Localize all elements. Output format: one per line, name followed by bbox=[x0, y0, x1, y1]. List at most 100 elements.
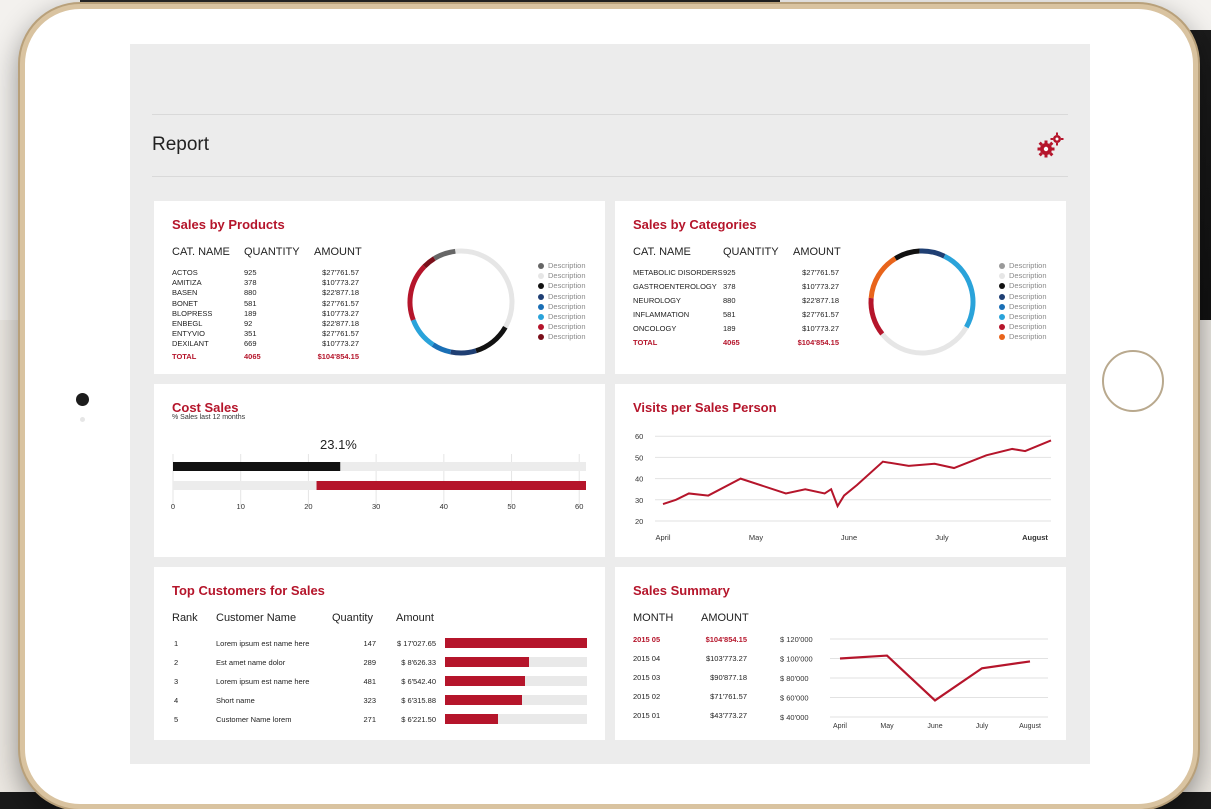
total-amount: $104'854.15 bbox=[797, 338, 839, 347]
row-quantity: 880 bbox=[244, 288, 257, 298]
row-cat-name: AMITIZA bbox=[172, 278, 202, 288]
x-tick-label: 60 bbox=[575, 502, 583, 511]
row-customer-name: Lorem ipsum est name here bbox=[216, 639, 310, 648]
total-label: TOTAL bbox=[172, 351, 197, 361]
card-title: Sales by Products bbox=[172, 217, 285, 232]
settings-gear-icon[interactable] bbox=[1035, 130, 1065, 160]
top-customers-card: Top Customers for Sales Rank Customer Na… bbox=[154, 567, 605, 740]
x-tick-label: 30 bbox=[372, 502, 380, 511]
row-amount: $22'877.18 bbox=[802, 296, 839, 305]
row-cat-name: ONCOLOGY bbox=[633, 324, 677, 333]
row-amount: $90'877.18 bbox=[710, 673, 747, 682]
row-amount: $ 6'542.40 bbox=[401, 677, 436, 686]
row-amount: $22'877.18 bbox=[322, 319, 359, 328]
y-tick-label: $ 120'000 bbox=[780, 635, 813, 644]
legend-label: Description bbox=[548, 291, 586, 301]
row-amount: $104'854.15 bbox=[705, 635, 747, 644]
x-tick-label: July bbox=[976, 723, 989, 730]
row-customer-name: Lorem ipsum est name here bbox=[216, 677, 310, 686]
amount-bar bbox=[445, 695, 522, 705]
legend-label: Description bbox=[1009, 332, 1047, 342]
legend-swatch bbox=[999, 293, 1005, 300]
page-title: Report bbox=[152, 134, 210, 155]
row-cat-name: GASTROENTEROLOGY bbox=[633, 282, 717, 291]
legend-item: Description bbox=[538, 261, 586, 271]
row-amount: $ 6'221.50 bbox=[401, 715, 436, 724]
legend-label: Description bbox=[548, 301, 586, 311]
legend-label: Description bbox=[1009, 301, 1047, 311]
sales-by-products-card: Sales by Products CAT. NAME QUANTITY AMO… bbox=[154, 201, 605, 374]
row-quantity: 351 bbox=[244, 329, 257, 339]
legend-item: Description bbox=[999, 332, 1047, 342]
x-tick-label: May bbox=[749, 533, 763, 542]
donut-slice bbox=[410, 319, 435, 347]
row-quantity: 323 bbox=[363, 696, 376, 705]
row-cat-name: BLOPRESS bbox=[172, 308, 213, 318]
row-quantity: 92 bbox=[244, 319, 253, 328]
legend-swatch bbox=[999, 303, 1005, 310]
row-quantity: 378 bbox=[244, 278, 257, 288]
home-button[interactable] bbox=[1102, 350, 1164, 412]
y-tick-label: 60 bbox=[635, 432, 643, 441]
y-tick-label: $ 60'000 bbox=[780, 694, 809, 703]
visits-line-chart: 20 30 40 50 60 April May June July August bbox=[635, 432, 1052, 542]
row-amount: $ 8'626.33 bbox=[401, 658, 436, 667]
row-amount: $10'773.27 bbox=[322, 308, 359, 318]
row-cat-name: DEXILANT bbox=[172, 339, 209, 349]
donut-slice bbox=[433, 248, 456, 261]
card-title: Cost Sales bbox=[172, 400, 239, 415]
row-rank: 5 bbox=[174, 715, 179, 724]
products-legend: Description Description Description Descrip… bbox=[538, 261, 586, 343]
y-tick-label: 50 bbox=[635, 453, 643, 462]
visits-series-line bbox=[662, 439, 1052, 509]
row-cat-name: NEUROLOGY bbox=[633, 296, 681, 305]
categories-donut-chart bbox=[868, 248, 976, 356]
row-quantity: 669 bbox=[244, 339, 257, 349]
donut-slice bbox=[455, 248, 515, 329]
row-amount: $10'773.27 bbox=[322, 278, 359, 288]
donut-slice bbox=[475, 325, 508, 354]
legend-swatch bbox=[538, 283, 544, 290]
row-amount: $10'773.27 bbox=[322, 339, 359, 349]
row-quantity: 271 bbox=[363, 715, 376, 724]
row-amount: $10'773.27 bbox=[802, 324, 839, 333]
row-cat-name: BASEN bbox=[172, 288, 198, 298]
row-customer-name: Est amet name dolor bbox=[216, 658, 286, 667]
x-tick-label: June bbox=[927, 723, 942, 730]
legend-item: Description bbox=[538, 332, 586, 342]
bar-red bbox=[316, 481, 586, 490]
x-tick-label: April bbox=[833, 723, 847, 730]
row-quantity: 925 bbox=[723, 268, 736, 277]
card-subtitle: % Sales last 12 months bbox=[172, 414, 246, 421]
row-month: 2015 03 bbox=[633, 673, 661, 682]
row-cat-name: BONET bbox=[172, 298, 198, 308]
row-customer-name: Customer Name lorem bbox=[216, 715, 292, 724]
donut-slice bbox=[450, 348, 477, 356]
card-title: Sales Summary bbox=[633, 583, 730, 598]
col-header-cat-name: CAT. NAME bbox=[633, 246, 691, 258]
x-tick-label: 10 bbox=[237, 502, 245, 511]
col-header-customer-name: Customer Name bbox=[216, 612, 297, 624]
legend-label: Description bbox=[1009, 322, 1047, 332]
legend-swatch bbox=[999, 313, 1005, 320]
row-amount: $103'773.27 bbox=[705, 654, 747, 663]
row-month: 2015 05 bbox=[633, 635, 661, 644]
row-amount: $22'877.18 bbox=[322, 288, 359, 298]
x-tick-label: June bbox=[841, 533, 857, 542]
camera-lens bbox=[76, 393, 89, 406]
row-cat-name: METABOLIC DISORDERS bbox=[633, 268, 723, 277]
legend-item: Description bbox=[538, 271, 586, 281]
donut-slice bbox=[919, 248, 946, 259]
visits-card: Visits per Sales Person 20 30 40 50 60 April M… bbox=[615, 384, 1066, 557]
col-header-cat-name: CAT. NAME bbox=[172, 246, 230, 258]
y-tick-label: 20 bbox=[635, 517, 643, 526]
legend-item: Description bbox=[538, 302, 586, 312]
row-quantity: 147 bbox=[363, 639, 376, 648]
amount-bar bbox=[445, 638, 587, 648]
col-header-amount: AMOUNT bbox=[793, 246, 841, 258]
legend-label: Description bbox=[548, 281, 586, 291]
x-tick-label: May bbox=[880, 723, 894, 730]
donut-slice bbox=[868, 256, 897, 299]
legend-item: Description bbox=[999, 312, 1047, 322]
x-tick-label: 20 bbox=[304, 502, 312, 511]
